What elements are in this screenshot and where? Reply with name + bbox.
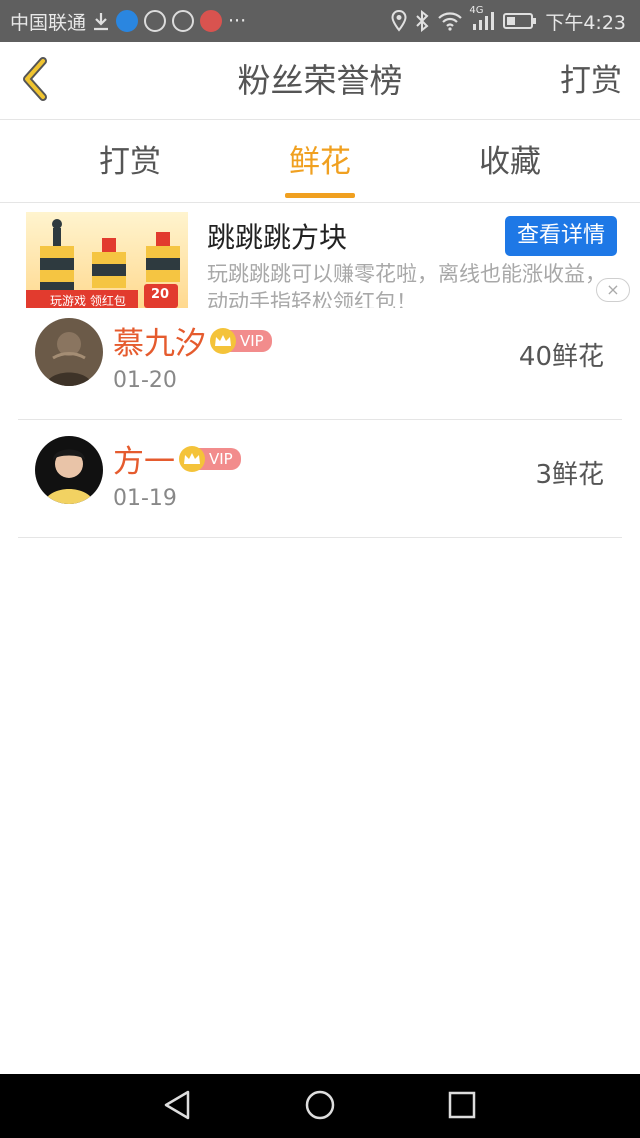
system-nav-bar [0, 1074, 640, 1138]
tab-flowers[interactable]: 鲜花 [250, 121, 390, 203]
fan-row[interactable]: 慕九汐 VIP 01-20 40鲜花 [18, 300, 622, 420]
fan-row[interactable]: 方一 VIP 01-19 3鲜花 [18, 418, 622, 538]
tab-reward[interactable]: 打赏 [60, 121, 200, 203]
fan-flower-count: 3鲜花 [535, 460, 604, 490]
wifi-icon [437, 11, 463, 31]
circle-home-icon [304, 1089, 336, 1125]
crown-icon [210, 327, 236, 354]
browser-icon [116, 10, 139, 32]
tab-label: 收藏 [479, 144, 541, 180]
fan-date: 01-20 [113, 368, 177, 393]
nav-recents-button[interactable] [445, 1090, 479, 1124]
tab-active-indicator [285, 193, 355, 198]
page-title: 粉丝荣誉榜 [237, 61, 403, 100]
triangle-back-icon [162, 1089, 192, 1125]
fan-date: 01-19 [113, 486, 177, 511]
battery-icon [503, 12, 537, 30]
avatar[interactable] [35, 318, 103, 386]
message-icon [200, 10, 223, 32]
ad-title: 跳跳跳方块 [207, 221, 348, 254]
tab-bar: 打赏 鲜花 收藏 [0, 121, 640, 203]
status-bar: 中国联通 ··· 4G 下午4:23 [0, 0, 640, 42]
network-type: 4G [469, 5, 484, 16]
fan-name[interactable]: 方一 [113, 436, 175, 481]
app-header: 粉丝荣誉榜 打赏 [0, 42, 640, 120]
avatar[interactable] [35, 436, 103, 504]
tab-label: 打赏 [99, 144, 161, 180]
ad-image[interactable]: 玩游戏 领红包 20 [26, 212, 188, 308]
more-notifications: ··· [228, 10, 247, 32]
square-recents-icon [447, 1090, 477, 1124]
fan-name-line: 慕九汐 VIP [113, 318, 272, 363]
compass-icon [144, 10, 167, 32]
ad-banner[interactable]: 玩游戏 领红包 20 跳跳跳方块 玩跳跳跳可以赚零花啦，离线也能涨收益，动动手指… [0, 204, 640, 308]
nav-home-button[interactable] [303, 1090, 337, 1124]
crown-icon [179, 445, 205, 472]
clock: 下午4:23 [545, 11, 626, 34]
fan-flower-count: 40鲜花 [518, 342, 604, 372]
close-icon: × [606, 280, 620, 299]
location-icon [391, 10, 407, 32]
bluetooth-icon [415, 10, 429, 32]
tab-favorites[interactable]: 收藏 [440, 121, 580, 203]
ad-details-button[interactable]: 查看详情 [505, 216, 617, 256]
chevron-left-icon [17, 55, 51, 107]
reward-button[interactable]: 打赏 [560, 42, 622, 120]
app-icon [172, 10, 195, 32]
tab-label: 鲜花 [289, 144, 351, 180]
carrier-label: 中国联通 [10, 11, 87, 34]
fan-name[interactable]: 慕九汐 [113, 318, 206, 363]
fan-name-line: 方一 VIP [113, 436, 241, 481]
ad-close-button[interactable]: × [596, 278, 630, 302]
back-button[interactable] [14, 56, 54, 106]
nav-back-button[interactable] [160, 1090, 194, 1124]
signal-icon: 4G [469, 5, 495, 31]
download-icon [92, 11, 110, 31]
